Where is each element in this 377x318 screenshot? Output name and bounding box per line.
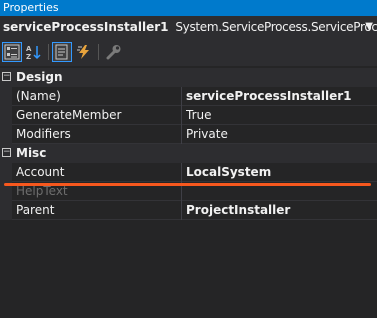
empty-area xyxy=(0,223,377,318)
toolbar-separator xyxy=(48,44,49,60)
property-pages-wrench-icon[interactable] xyxy=(104,42,124,62)
property-name: Parent xyxy=(16,203,55,217)
column-divider[interactable] xyxy=(181,125,182,144)
property-value[interactable]: LocalSystem xyxy=(186,163,376,182)
column-divider[interactable] xyxy=(181,201,182,220)
object-name: serviceProcessInstaller1 xyxy=(3,20,169,34)
property-value[interactable]: ProjectInstaller xyxy=(186,201,376,220)
property-row-name[interactable]: (Name) serviceProcessInstaller1 xyxy=(0,87,377,106)
column-divider[interactable] xyxy=(181,163,182,182)
events-lightning-icon[interactable] xyxy=(74,42,94,62)
category-design[interactable]: − Design xyxy=(0,68,377,87)
svg-text:A: A xyxy=(26,45,32,53)
properties-toolbar: A Z xyxy=(0,40,377,66)
annotation-underline xyxy=(4,183,371,186)
column-divider[interactable] xyxy=(181,87,182,106)
property-value[interactable]: Private xyxy=(186,125,376,144)
property-row-generatemember[interactable]: GenerateMember True xyxy=(0,106,377,125)
property-row-parent[interactable]: Parent ProjectInstaller xyxy=(0,201,377,220)
category-misc[interactable]: − Misc xyxy=(0,144,377,163)
collapse-icon[interactable]: − xyxy=(2,148,11,157)
row-gutter xyxy=(0,163,12,182)
row-gutter xyxy=(0,125,12,144)
svg-text:Z: Z xyxy=(26,53,31,60)
property-grid: − Design (Name) serviceProcessInstaller1… xyxy=(0,68,377,220)
object-selector[interactable]: serviceProcessInstaller1 System.ServiceP… xyxy=(0,16,377,40)
property-name: (Name) xyxy=(16,89,61,103)
categorized-icon[interactable] xyxy=(2,42,22,62)
column-divider[interactable] xyxy=(181,106,182,125)
property-name: GenerateMember xyxy=(16,108,122,122)
row-gutter xyxy=(0,87,12,106)
object-type: System.ServiceProcess.ServiceProcessInst… xyxy=(175,20,377,34)
property-value[interactable]: serviceProcessInstaller1 xyxy=(186,87,376,106)
category-label: Misc xyxy=(16,146,47,160)
category-label: Design xyxy=(16,70,63,84)
property-row-account[interactable]: Account LocalSystem xyxy=(0,163,377,182)
property-name: Modifiers xyxy=(16,127,71,141)
row-gutter xyxy=(0,106,12,125)
collapse-icon[interactable]: − xyxy=(2,72,11,81)
property-value[interactable]: True xyxy=(186,106,376,125)
alphabetical-icon[interactable]: A Z xyxy=(24,42,44,62)
property-name: Account xyxy=(16,165,65,179)
window-title: Properties xyxy=(3,1,59,14)
row-gutter xyxy=(0,201,12,220)
chevron-down-icon[interactable]: ▼ xyxy=(365,16,373,38)
properties-icon[interactable] xyxy=(52,42,72,62)
property-row-modifiers[interactable]: Modifiers Private xyxy=(0,125,377,144)
toolbar-separator xyxy=(98,44,99,60)
window-title-bar: Properties xyxy=(0,0,377,16)
